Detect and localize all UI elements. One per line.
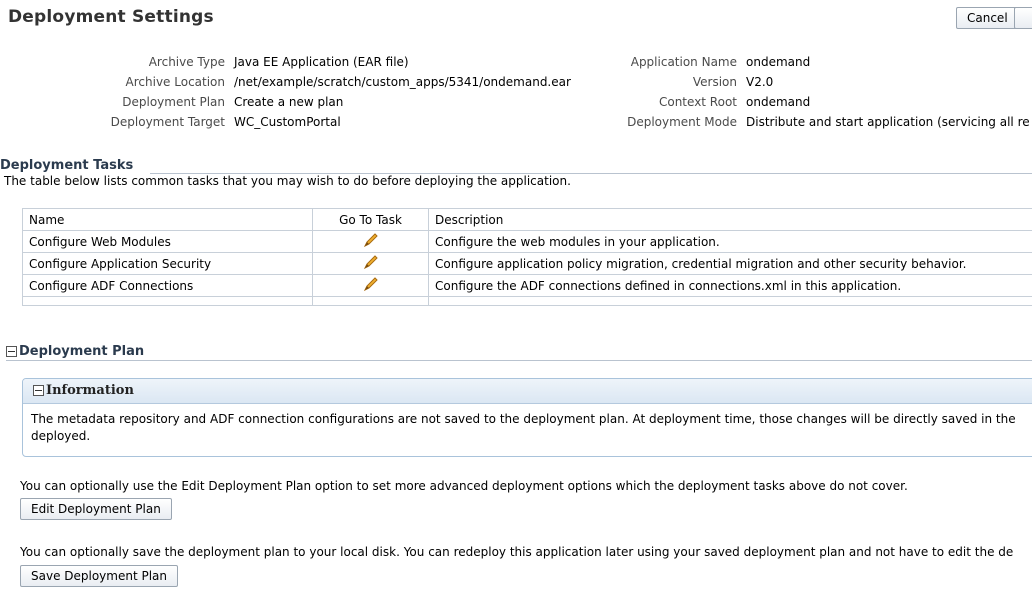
property-label: Archive Type — [148, 55, 225, 69]
section-divider — [6, 360, 1032, 361]
edit-deployment-plan-button[interactable]: Edit Deployment Plan — [20, 498, 172, 520]
task-description: Configure application policy migration, … — [428, 252, 1032, 275]
deployment-tasks-description: The table below lists common tasks that … — [4, 174, 571, 188]
property-label: Archive Location — [125, 75, 225, 89]
property-value: Create a new plan — [234, 95, 344, 109]
column-header-name: Name — [22, 208, 313, 231]
property-row: Archive Type Java EE Application (EAR fil… — [0, 52, 571, 72]
information-title: Information — [46, 383, 134, 398]
information-header[interactable]: Information — [23, 379, 1032, 404]
collapse-icon[interactable] — [6, 346, 17, 357]
column-header-description: Description — [428, 208, 1032, 231]
save-deployment-plan-button[interactable]: Save Deployment Plan — [20, 565, 179, 587]
properties-right: Application Name ondemand Version V2.0 Con… — [520, 52, 1030, 132]
pencil-icon[interactable] — [363, 276, 379, 295]
task-description: Configure the web modules in your applic… — [428, 230, 1032, 253]
information-text: The metadata repository and ADF connecti… — [31, 412, 1016, 443]
property-row: Context Root ondemand — [520, 92, 1030, 112]
property-label: Deployment Plan — [122, 95, 225, 109]
property-value: Distribute and start application (servic… — [746, 115, 1030, 129]
empty-cell — [428, 296, 1032, 306]
pencil-icon[interactable] — [363, 254, 379, 273]
property-label: Application Name — [630, 55, 737, 69]
property-label: Version — [692, 75, 737, 89]
table-row: Configure Application Security Configure… — [22, 252, 1032, 275]
deployment-tasks-table: Name Go To Task Description Configure We… — [22, 208, 1032, 306]
column-header-go-to-task: Go To Task — [312, 208, 429, 231]
pencil-icon[interactable] — [363, 232, 379, 251]
collapse-icon[interactable] — [33, 385, 44, 396]
go-to-task-cell — [312, 274, 429, 297]
empty-cell — [22, 296, 313, 306]
deployment-tasks-header: Deployment Tasks — [0, 158, 134, 173]
go-to-task-cell — [312, 230, 429, 253]
property-value: ondemand — [746, 55, 811, 69]
task-description: Configure the ADF connections defined in… — [428, 274, 1032, 297]
property-label: Deployment Mode — [627, 115, 737, 129]
table-row: Configure ADF Connections Configure the … — [22, 274, 1032, 297]
property-value: Java EE Application (EAR file) — [234, 55, 409, 69]
task-name: Configure Web Modules — [22, 230, 313, 253]
property-label: Deployment Target — [110, 115, 225, 129]
property-row: Deployment Mode Distribute and start appl… — [520, 112, 1030, 132]
empty-cell — [312, 296, 429, 306]
cancel-button[interactable]: Cancel — [956, 7, 1019, 29]
property-row: Deployment Target WC_CustomPortal — [0, 112, 571, 132]
property-row: Version V2.0 — [520, 72, 1030, 92]
deployment-plan-title: Deployment Plan — [19, 344, 145, 359]
table-row: Configure Web Modules Configure the web … — [22, 230, 1032, 253]
properties-left: Archive Type Java EE Application (EAR fil… — [0, 52, 571, 132]
task-name: Configure Application Security — [22, 252, 313, 275]
property-value: ondemand — [746, 95, 811, 109]
property-row: Application Name ondemand — [520, 52, 1030, 72]
property-value: WC_CustomPortal — [234, 115, 341, 129]
go-to-task-cell — [312, 252, 429, 275]
edit-plan-description: You can optionally use the Edit Deployme… — [20, 479, 908, 493]
property-label: Context Root — [658, 95, 737, 109]
table-header-row: Name Go To Task Description — [22, 208, 1032, 231]
information-panel: Information The metadata repository and … — [22, 378, 1032, 457]
deployment-plan-header[interactable]: Deployment Plan — [6, 344, 144, 359]
next-button[interactable] — [1014, 7, 1032, 29]
property-row: Deployment Plan Create a new plan — [0, 92, 571, 112]
table-row-empty — [22, 296, 1032, 306]
save-plan-description: You can optionally save the deployment p… — [20, 545, 1014, 559]
property-value: V2.0 — [746, 75, 774, 89]
task-name: Configure ADF Connections — [22, 274, 313, 297]
property-row: Archive Location/net/example/scratch/cus… — [0, 72, 571, 92]
page-title: Deployment Settings — [8, 7, 214, 27]
